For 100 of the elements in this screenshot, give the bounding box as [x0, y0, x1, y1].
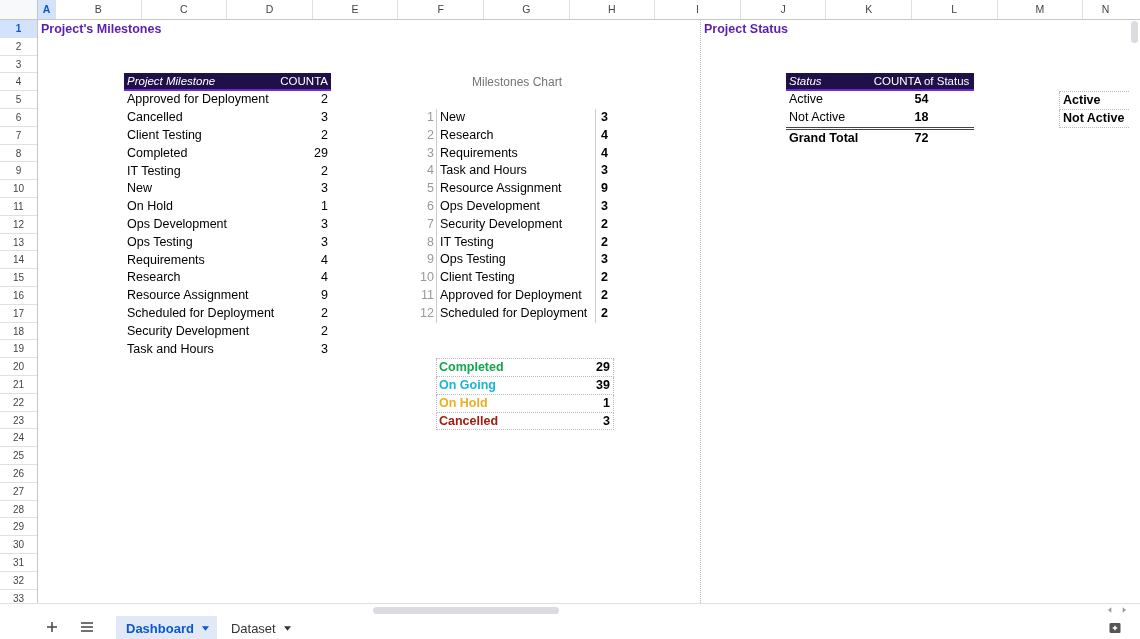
row-header[interactable]: 10 [0, 180, 37, 198]
status-label: Completed [438, 359, 504, 376]
chart-label: Client Testing [436, 269, 595, 287]
legend-cell: Not Active [1059, 110, 1129, 129]
scroll-right-icon[interactable] [1120, 606, 1128, 614]
chart-value: 3 [595, 197, 615, 216]
table-cell-text: Task and Hours [126, 340, 214, 358]
table-cell-text: Approved for Deployment [126, 91, 269, 109]
table-cell-text: 4 [321, 269, 329, 287]
row-header[interactable]: 11 [0, 197, 37, 216]
table-cell-text: 9 [321, 287, 329, 305]
row-header[interactable]: 24 [0, 429, 37, 448]
column-header[interactable]: F [398, 0, 484, 19]
row-header[interactable]: 30 [0, 536, 37, 554]
row-header[interactable]: 33 [0, 589, 37, 603]
row-number: 6 [426, 197, 435, 215]
chart-value: 3 [595, 162, 615, 181]
menu-icon[interactable] [80, 621, 94, 633]
row-header[interactable]: 27 [0, 482, 37, 501]
column-header[interactable]: A [38, 0, 56, 19]
caret-icon[interactable] [283, 625, 291, 631]
chart-label: Requirements [436, 144, 595, 163]
row-header[interactable]: 18 [0, 322, 37, 341]
column-header[interactable]: C [141, 0, 228, 19]
side-panel-icon[interactable] [1109, 623, 1121, 634]
chart-value: 2 [595, 233, 615, 252]
row-header[interactable]: 31 [0, 553, 37, 572]
row-number: 5 [426, 180, 435, 198]
row-header[interactable]: 6 [0, 109, 37, 127]
table-header-cell-text: Status [788, 74, 822, 90]
column-header[interactable]: D [227, 0, 313, 19]
status-count: 3 [603, 412, 611, 430]
row-number: 2 [426, 126, 435, 144]
row-header[interactable]: 3 [0, 55, 37, 74]
chart-value: 3 [595, 109, 615, 127]
column-header[interactable]: M [997, 0, 1084, 19]
column-header[interactable]: E [312, 0, 399, 19]
table-cell-text: Research [126, 269, 181, 287]
row-header[interactable]: 2 [0, 37, 37, 56]
row-header[interactable]: 26 [0, 464, 37, 483]
column-header[interactable]: G [483, 0, 570, 19]
table-cell-text: 3 [321, 109, 329, 127]
chart-value: 4 [595, 126, 615, 145]
sheet-tab[interactable]: Dashboard [116, 616, 217, 639]
row-header[interactable]: 22 [0, 393, 37, 412]
table-cell-text: 29 [314, 144, 329, 162]
row-header[interactable]: 5 [0, 91, 37, 109]
table-cell-text: Not Active [788, 109, 846, 127]
row-number: 8 [426, 233, 435, 251]
sheet-tab[interactable]: Dataset [220, 616, 301, 639]
row-header[interactable]: 13 [0, 233, 37, 252]
legend-cell: Active [1059, 92, 1129, 111]
chart-value: 9 [595, 180, 615, 198]
column-header[interactable]: B [56, 0, 142, 19]
column-header[interactable]: H [569, 0, 656, 19]
row-header[interactable]: 20 [0, 358, 37, 376]
row-header[interactable]: 25 [0, 447, 37, 465]
row-header[interactable]: 32 [0, 571, 37, 590]
chart-value: 2 [595, 304, 615, 323]
table-cell-text: 2 [321, 304, 329, 322]
section-title: Project Status [703, 21, 789, 38]
row-header[interactable]: 4 [0, 73, 37, 92]
status-count: 1 [603, 394, 611, 412]
row-header[interactable]: 15 [0, 269, 37, 287]
row-header[interactable]: 21 [0, 375, 37, 394]
column-header[interactable]: N [1083, 0, 1129, 19]
row-number: 12 [420, 304, 435, 322]
table-cell-text: Completed [126, 144, 188, 162]
scrollbar-thumb[interactable] [373, 606, 559, 614]
column-header[interactable]: L [911, 0, 998, 19]
row-header[interactable]: 1 [0, 20, 37, 38]
column-header[interactable]: K [826, 0, 912, 19]
total-label: Grand Total [788, 130, 859, 146]
row-header[interactable]: 23 [0, 411, 37, 430]
table-cell-text: 3 [321, 180, 329, 198]
add-icon[interactable] [46, 621, 58, 633]
table-cell-text: 2 [321, 162, 329, 180]
table-cell-text: 1 [321, 198, 329, 216]
row-header[interactable]: 29 [0, 518, 37, 537]
column-header[interactable]: I [655, 0, 741, 19]
row-header[interactable]: 14 [0, 251, 37, 270]
row-header[interactable]: 28 [0, 500, 37, 519]
row-header[interactable]: 17 [0, 304, 37, 323]
table-cell-text: 2 [321, 322, 329, 340]
table-cell-text: Requirements [126, 251, 205, 269]
scrollbar-thumb[interactable] [1131, 21, 1138, 43]
table-cell-text: 3 [321, 233, 329, 251]
total-value: 72 [913, 130, 930, 146]
row-header[interactable]: 7 [0, 126, 37, 145]
row-header[interactable]: 19 [0, 340, 37, 359]
table-cell-text: 2 [321, 127, 329, 144]
row-header[interactable]: 12 [0, 215, 37, 234]
row-header[interactable]: 9 [0, 162, 37, 181]
status-count: 29 [596, 359, 611, 376]
column-header[interactable]: J [740, 0, 827, 19]
table-cell-text: 54 [913, 91, 930, 109]
row-header[interactable]: 16 [0, 286, 37, 305]
scroll-left-icon[interactable] [1106, 606, 1114, 614]
row-header[interactable]: 8 [0, 144, 37, 163]
status-label: On Hold [438, 394, 488, 412]
